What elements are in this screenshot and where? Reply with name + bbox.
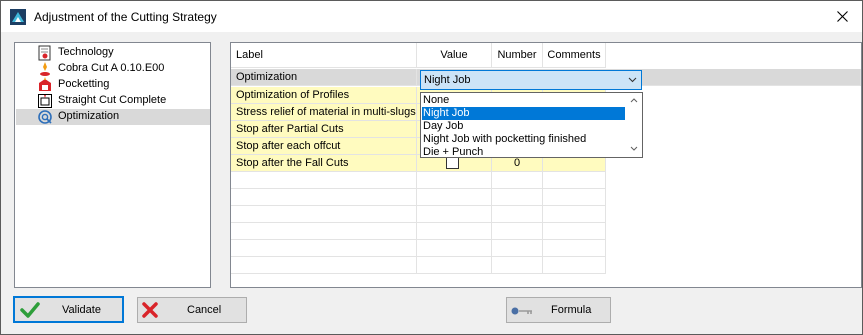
column-header-number[interactable]: Number <box>492 43 543 68</box>
label-cell: Stop after each offcut <box>231 138 417 155</box>
empty-cell <box>231 257 417 274</box>
column-header-text: Comments <box>547 49 601 61</box>
dropdown-option[interactable]: None <box>422 94 625 107</box>
tree-item-straight-cut[interactable]: Straight Cut Complete <box>16 93 210 109</box>
empty-cell <box>417 257 492 274</box>
tree-item-cobra-cut[interactable]: Cobra Cut A 0.10.E00 <box>16 61 210 77</box>
tree-item-optimization[interactable]: Optimization <box>16 109 210 125</box>
empty-cell <box>417 172 492 189</box>
empty-cell <box>231 189 417 206</box>
empty-cell <box>492 257 543 274</box>
empty-row <box>231 206 861 223</box>
title-bar: Adjustment of the Cutting Strategy <box>1 1 862 32</box>
straight-cut-icon <box>38 94 52 108</box>
column-header-comments[interactable]: Comments <box>543 43 606 68</box>
label-cell: Stop after the Fall Cuts <box>231 155 417 172</box>
dropdown-option[interactable]: Die + Punch <box>422 146 625 159</box>
strategy-tree[interactable]: Technology Cobra Cut A 0.10.E00 Pocketti… <box>14 42 211 288</box>
formula-button-label: Formula <box>551 304 592 316</box>
dropdown-option-selected[interactable]: Night Job <box>422 107 625 120</box>
label-cell: Stress relief of material in multi-slugs <box>231 104 417 121</box>
validate-button-label: Validate <box>62 304 101 316</box>
empty-cell <box>492 206 543 223</box>
empty-cell <box>417 223 492 240</box>
dialog-window: Adjustment of the Cutting Strategy Techn… <box>0 0 863 335</box>
column-header-label[interactable]: Label <box>231 43 417 68</box>
tree-item-technology[interactable]: Technology <box>16 45 210 61</box>
technology-icon <box>38 45 51 61</box>
chevron-down-icon <box>628 77 637 83</box>
empty-cell <box>417 206 492 223</box>
empty-row <box>231 189 861 206</box>
tree-item-label: Cobra Cut A 0.10.E00 <box>58 62 165 74</box>
dropdown-option[interactable]: Night Job with pocketting finished <box>422 133 625 146</box>
tree-item-label: Pocketting <box>58 78 110 90</box>
scroll-up-icon[interactable] <box>626 95 642 107</box>
empty-cell <box>417 240 492 257</box>
empty-row <box>231 223 861 240</box>
validate-button[interactable]: Validate <box>13 296 124 323</box>
parameter-grid[interactable]: Label Value Number Comments Optimization… <box>230 42 862 288</box>
empty-cell <box>492 172 543 189</box>
empty-cell <box>543 206 606 223</box>
empty-cell <box>543 189 606 206</box>
cross-icon <box>142 302 158 318</box>
close-icon <box>836 11 848 22</box>
tree-item-label: Straight Cut Complete <box>58 94 167 106</box>
column-header-text: Value <box>440 49 468 61</box>
empty-row <box>231 172 861 189</box>
column-header-text: Label <box>236 49 263 61</box>
empty-cell <box>231 206 417 223</box>
empty-cell <box>417 189 492 206</box>
empty-cell <box>492 189 543 206</box>
window-title: Adjustment of the Cutting Strategy <box>34 10 217 24</box>
cobra-cut-icon <box>40 62 50 76</box>
tree-item-pocketting[interactable]: Pocketting <box>16 77 210 93</box>
empty-cell <box>543 172 606 189</box>
column-header-value[interactable]: Value <box>417 43 492 68</box>
cancel-button[interactable]: Cancel <box>137 297 247 323</box>
dropdown-scrollbar[interactable] <box>626 93 642 157</box>
empty-cell <box>543 223 606 240</box>
label-cell: Optimization <box>231 69 417 86</box>
optimization-dropdown-list[interactable]: None Night Job Day Job Night Job with po… <box>420 92 643 158</box>
empty-cell <box>543 240 606 257</box>
formula-button[interactable]: Formula <box>506 297 611 323</box>
dropdown-option[interactable]: Day Job <box>422 120 625 133</box>
optimization-icon <box>38 110 52 124</box>
label-cell: Optimization of Profiles <box>231 87 417 104</box>
combobox-selected-value: Night Job <box>424 74 471 86</box>
empty-cell <box>231 223 417 240</box>
empty-cell <box>543 257 606 274</box>
tree-item-label: Optimization <box>58 110 120 122</box>
empty-cell <box>231 172 417 189</box>
checkmark-icon <box>20 302 40 318</box>
empty-row <box>231 257 861 274</box>
scroll-down-icon[interactable] <box>626 143 642 155</box>
label-cell: Stop after Partial Cuts <box>231 121 417 138</box>
empty-row <box>231 240 861 257</box>
optimization-combobox[interactable]: Night Job <box>420 70 642 90</box>
empty-cell <box>492 240 543 257</box>
column-header-text: Number <box>497 49 537 61</box>
empty-cell <box>492 223 543 240</box>
tree-item-label: Technology <box>58 46 114 58</box>
cancel-button-label: Cancel <box>187 304 222 316</box>
close-button[interactable] <box>825 3 859 30</box>
empty-cell <box>231 240 417 257</box>
pocketting-icon <box>39 77 51 91</box>
formula-key-icon <box>511 307 532 315</box>
app-icon <box>10 9 26 25</box>
